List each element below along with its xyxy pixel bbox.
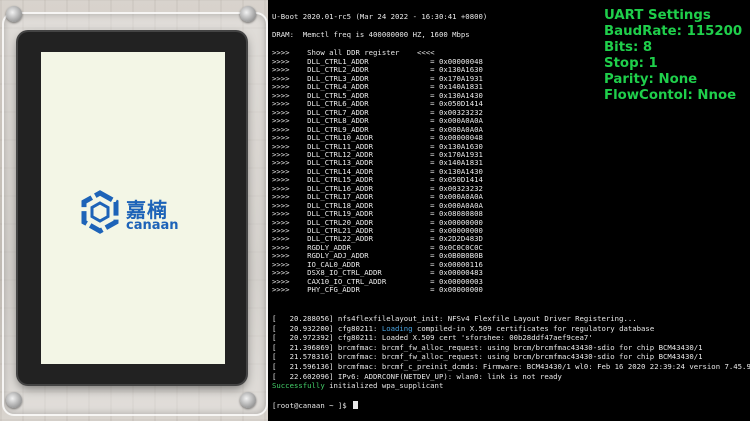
kernel-log-line: [ 20.288056] nfs4flexfilelayout_init: NF… bbox=[272, 314, 637, 323]
kernel-log-line: [ 21.396869] brcmfmac: brcmf_fw_alloc_re… bbox=[272, 342, 703, 352]
uart-flow-control: FlowContol: Nnoe bbox=[604, 87, 737, 103]
uart-title: UART Settings bbox=[604, 8, 711, 23]
uart-settings-overlay: UART Settings BaudRate: 115200 Bits: 8 S… bbox=[604, 8, 742, 103]
shell-prompt[interactable]: [root@canaan ~ ]$ bbox=[272, 401, 359, 411]
register-line: >>>> PHY_CFG_ADDR = 0x00000000 bbox=[272, 285, 483, 295]
screw-icon bbox=[6, 392, 22, 408]
uart-parity: Parity: None bbox=[604, 71, 698, 87]
success-rest: initialized wpa_supplicant bbox=[324, 381, 444, 390]
kernel-log-line: [ 21.578316] brcmfmac: brcmf_fw_alloc_re… bbox=[272, 352, 703, 362]
canaan-logo: 嘉楠 canaan bbox=[78, 190, 198, 234]
uboot-header: U-Boot 2020.01-rc5 (Mar 24 2022 - 16:30:… bbox=[272, 12, 488, 21]
screw-icon bbox=[240, 392, 256, 408]
success-word: Successfully bbox=[272, 381, 325, 390]
kernel-log-line: [ 20.972392] cfg80211: Loaded X.509 cert… bbox=[272, 333, 593, 343]
kernel-log-line: [ 20.932200] cfg80211: Loading compiled-… bbox=[272, 323, 655, 333]
screw-icon bbox=[6, 6, 22, 22]
text-cursor bbox=[353, 401, 359, 409]
canaan-logo-icon bbox=[81, 190, 119, 234]
dram-line: DRAM: Memctl freq is 400000000 HZ, 1600 … bbox=[272, 30, 470, 39]
uart-stop: Stop: 1 bbox=[604, 55, 658, 71]
device-photo: 嘉楠 canaan bbox=[0, 0, 268, 421]
brand-english: canaan bbox=[126, 218, 179, 233]
screw-icon bbox=[240, 6, 256, 22]
uart-bits: Bits: 8 bbox=[604, 39, 653, 55]
success-line: Successfully initialized wpa_supplicant bbox=[272, 381, 444, 391]
kernel-log-line: [ 22.602096] IPv6: ADDRCONF(NETDEV_UP): … bbox=[272, 371, 562, 381]
kernel-log-line: [ 21.596136] brcmfmac: brcmf_c_preinit_d… bbox=[272, 362, 750, 371]
uart-baudrate: BaudRate: 115200 bbox=[604, 23, 743, 39]
prompt-text: [root@canaan ~ ]$ bbox=[272, 401, 352, 410]
